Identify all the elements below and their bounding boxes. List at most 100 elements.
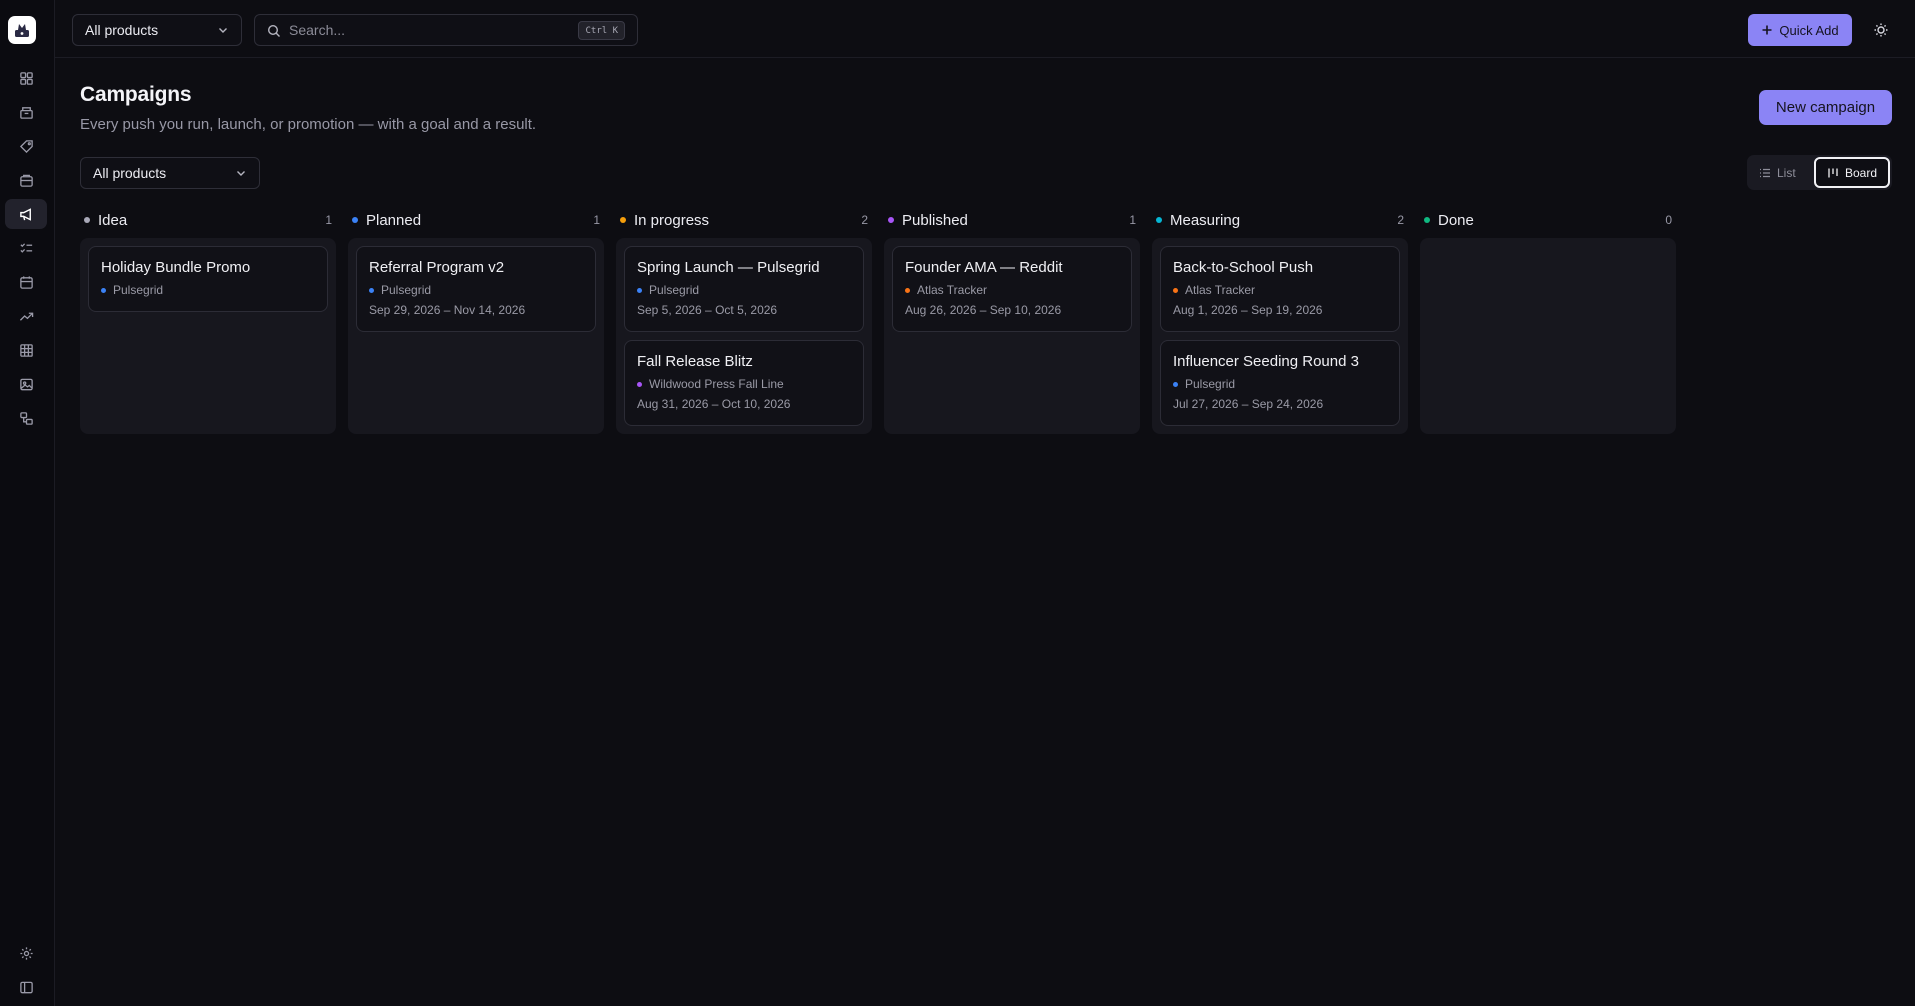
campaign-product: Pulsegrid	[101, 283, 163, 297]
app-logo[interactable]	[8, 16, 36, 44]
column-status-dot	[1156, 217, 1162, 223]
column-header: Done 0	[1420, 210, 1676, 230]
sidebar-item-assets[interactable]	[5, 165, 47, 195]
column-count: 0	[1665, 213, 1672, 227]
column-count: 1	[1129, 213, 1136, 227]
sidebar-item-grid[interactable]	[5, 335, 47, 365]
quick-add-label: Quick Add	[1779, 22, 1839, 38]
column-in-progress[interactable]: Spring Launch — Pulsegrid Pulsegrid Sep 5,…	[616, 238, 872, 434]
dashboard-icon	[19, 71, 33, 85]
view-board-button[interactable]: Board	[1814, 157, 1890, 188]
product-color-dot	[1173, 287, 1178, 293]
settings-icon	[19, 946, 33, 960]
list-icon	[1760, 168, 1770, 178]
column-name: Planned	[366, 211, 422, 229]
column-name: Idea	[98, 211, 128, 229]
column-header: Planned 1	[348, 210, 604, 230]
column-measuring[interactable]: Back-to-School Push Atlas Tracker Aug 1, 2…	[1152, 238, 1408, 434]
campaign-title: Influencer Seeding Round 3	[1173, 353, 1359, 370]
sidebar-item-tasks[interactable]	[5, 233, 47, 263]
campaign-date-range: Sep 5, 2026 – Oct 5, 2026	[637, 303, 778, 317]
campaign-date-range: Aug 1, 2026 – Sep 19, 2026	[1173, 303, 1323, 317]
campaign-date-range: Aug 26, 2026 – Sep 10, 2026	[905, 303, 1062, 317]
sidebar-item-integrations[interactable]	[5, 403, 47, 433]
quick-add-button[interactable]: Quick Add	[1748, 14, 1852, 46]
search-placeholder: Search...	[289, 22, 346, 38]
image-icon	[19, 378, 33, 390]
sidebar-item-tags[interactable]	[5, 131, 47, 161]
column-count: 1	[593, 213, 600, 227]
campaign-product-filter[interactable]: All products	[80, 157, 260, 189]
global-search-input[interactable]: Search... Ctrl K	[254, 14, 638, 46]
column-count: 2	[861, 213, 868, 227]
new-campaign-button[interactable]: New campaign	[1759, 90, 1892, 125]
column-count: 2	[1397, 213, 1404, 227]
campaign-title: Founder AMA — Reddit	[905, 259, 1063, 276]
app-root: All products Search... Ctrl K Quick Add …	[0, 0, 1915, 1006]
view-list-label: List	[1777, 166, 1796, 180]
sidebar-item-analytics[interactable]	[5, 301, 47, 331]
column-name: Done	[1438, 211, 1474, 229]
campaign-title: Holiday Bundle Promo	[101, 259, 251, 276]
campaign-product: Atlas Tracker	[1173, 283, 1255, 297]
product-name: Atlas Tracker	[917, 283, 988, 297]
campaign-title: Back-to-School Push	[1173, 259, 1314, 276]
search-icon	[267, 24, 280, 37]
chevron-down-icon	[219, 28, 227, 33]
sidebar-item-media[interactable]	[5, 369, 47, 399]
sidebar-item-settings[interactable]	[5, 938, 47, 968]
product-name: Wildwood Press Fall Line	[649, 377, 784, 391]
column-header: Idea 1	[80, 210, 336, 230]
page-subtitle: Every push you run, launch, or promotion…	[80, 116, 537, 133]
sidebar-item-calendar[interactable]	[5, 267, 47, 297]
tasks-icon	[19, 242, 32, 253]
product-color-dot	[369, 287, 374, 293]
column-name: Published	[902, 211, 968, 229]
sidebar-item-collapse[interactable]	[5, 972, 47, 1002]
column-done[interactable]	[1420, 238, 1676, 434]
campaign-product: Atlas Tracker	[905, 283, 987, 297]
column-status-dot	[888, 217, 894, 223]
campaign-card[interactable]: Influencer Seeding Round 3 Pulsegrid Jul 2…	[1160, 340, 1400, 426]
sidebar-item-products[interactable]	[5, 97, 47, 127]
plus-icon	[1762, 25, 1772, 35]
campaign-card[interactable]: Founder AMA — Reddit Atlas Tracker Aug 26,…	[892, 246, 1132, 332]
campaign-title: Referral Program v2	[369, 259, 505, 276]
product-name: Pulsegrid	[381, 283, 432, 297]
column-idea[interactable]: Holiday Bundle Promo Pulsegrid	[80, 238, 336, 434]
sidebar-item-dashboard[interactable]	[5, 63, 47, 93]
sidebar-item-campaigns[interactable]	[5, 199, 47, 229]
column-status-dot	[1424, 217, 1430, 223]
top-bar: All products Search... Ctrl K Quick Add	[55, 0, 1915, 58]
column-name: In progress	[634, 211, 710, 229]
column-status-dot	[620, 217, 626, 223]
product-switcher[interactable]: All products	[72, 14, 242, 46]
product-color-dot	[905, 287, 910, 293]
column-planned[interactable]: Referral Program v2 Pulsegrid Sep 29, 2026…	[348, 238, 604, 434]
campaign-card[interactable]: Spring Launch — Pulsegrid Pulsegrid Sep 5,…	[624, 246, 864, 332]
view-board-label: Board	[1844, 165, 1878, 180]
column-status-dot	[84, 217, 90, 223]
column-header: In progress 2	[616, 210, 872, 230]
campaign-card[interactable]: Fall Release Blitz Wildwood Press Fall Li…	[624, 340, 864, 426]
campaign-card[interactable]: Referral Program v2 Pulsegrid Sep 29, 2026…	[356, 246, 596, 332]
column-name: Measuring	[1170, 211, 1241, 229]
sun-icon	[1874, 23, 1888, 37]
campaign-date-range: Sep 29, 2026 – Nov 14, 2026	[369, 303, 526, 317]
product-color-dot	[1173, 381, 1178, 387]
campaign-title: Fall Release Blitz	[637, 353, 753, 370]
view-list-button[interactable]: List	[1759, 163, 1796, 183]
campaign-card[interactable]: Back-to-School Push Atlas Tracker Aug 1, 2…	[1160, 246, 1400, 332]
assets-icon	[19, 174, 33, 187]
column-status-dot	[352, 217, 358, 223]
collapse-sidebar-icon	[19, 981, 33, 993]
campaign-product: Pulsegrid	[369, 283, 431, 297]
campaign-card[interactable]: Holiday Bundle Promo Pulsegrid	[88, 246, 328, 312]
column-header: Published 1	[884, 210, 1140, 230]
megaphone-icon	[19, 207, 31, 221]
column-published[interactable]: Founder AMA — Reddit Atlas Tracker Aug 26,…	[884, 238, 1140, 434]
logo-icon	[15, 24, 29, 37]
theme-toggle-button[interactable]	[1871, 20, 1891, 40]
campaign-product-filter-value: All products	[93, 165, 167, 181]
kanban-icon	[1828, 168, 1838, 177]
